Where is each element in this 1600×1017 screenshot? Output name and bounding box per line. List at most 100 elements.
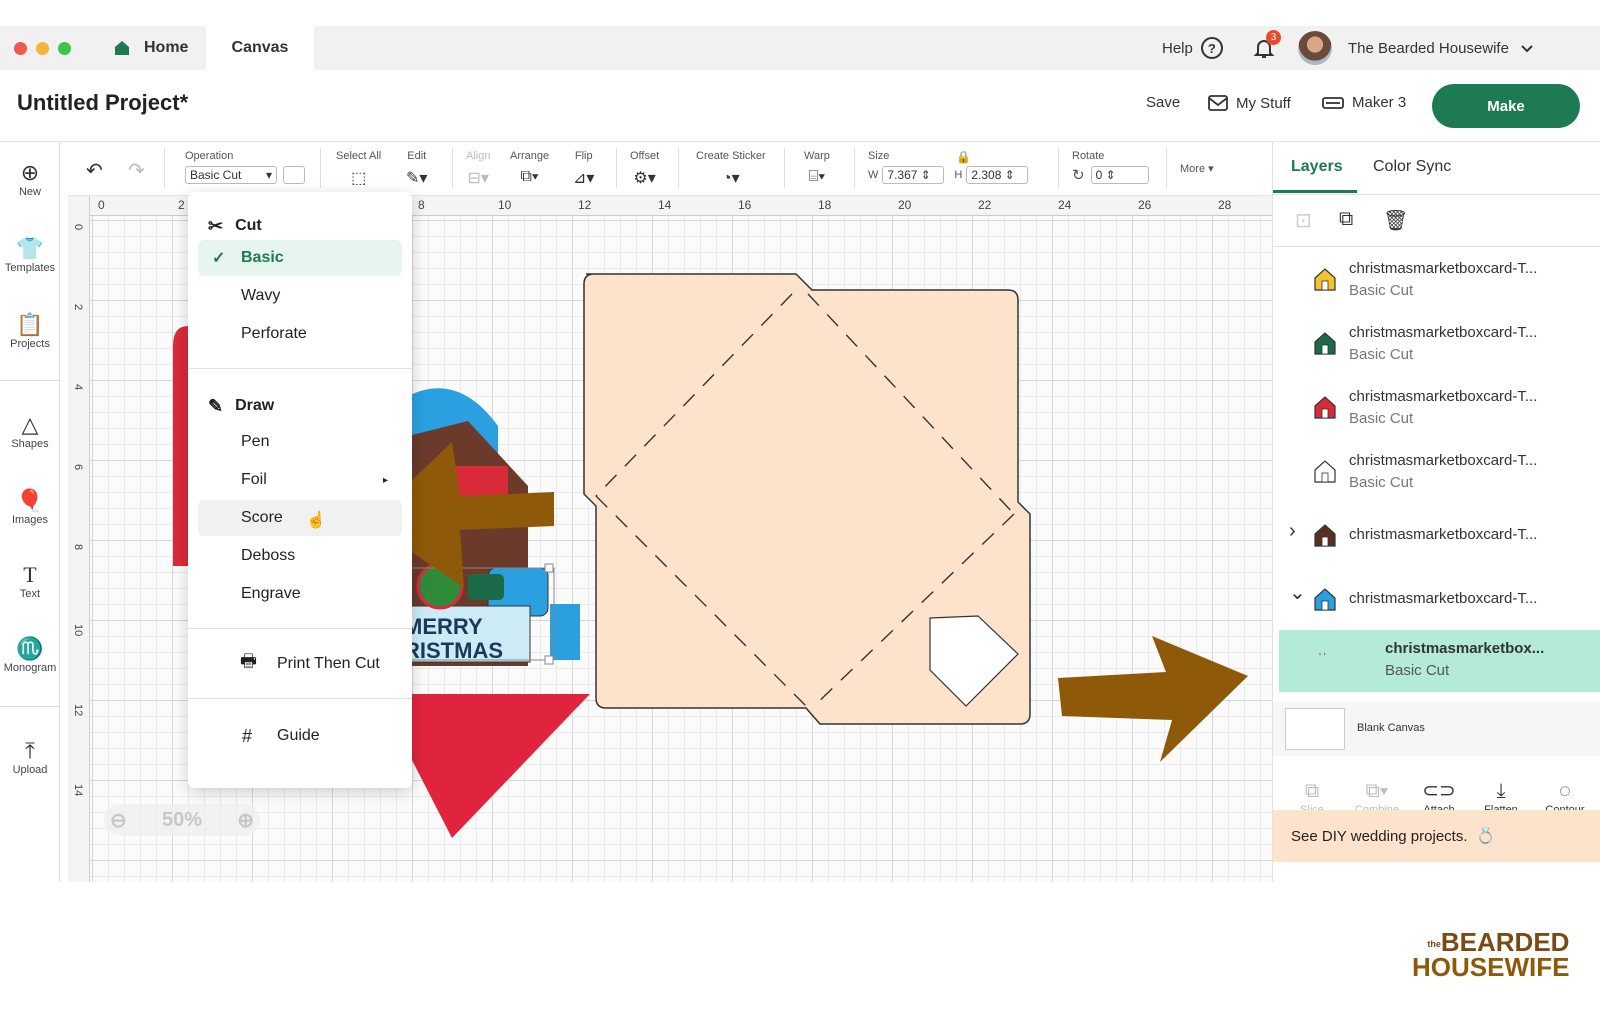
shirt-icon: 👕 [16, 236, 44, 261]
rail-new[interactable]: ⊕ New [0, 160, 60, 198]
rail-templates[interactable]: 👕 Templates [0, 236, 60, 274]
envelope-card[interactable] [583, 273, 1031, 725]
check-icon: ✓ [212, 250, 226, 267]
menu-item-guide[interactable]: # Guide [198, 718, 402, 754]
machine-button[interactable]: Maker 3 [1322, 94, 1406, 111]
layer-item[interactable]: christmasmarketboxcard-T... Basic Cut [1273, 248, 1600, 312]
create-sticker-button[interactable]: Create Sticker ◔▾ [696, 150, 766, 188]
rail-images[interactable]: 🎈 Images [0, 488, 60, 526]
layer-item[interactable]: christmasmarketboxcard-T... Basic Cut [1273, 440, 1600, 504]
layer-item-selected[interactable]: ' ' christmasmarketbox... Basic Cut [1279, 630, 1600, 692]
pencil-icon: ✎▾ [406, 170, 428, 187]
align-button[interactable]: Align ⊟▾ [466, 150, 490, 188]
house-layer-icon [1313, 458, 1337, 484]
operation-color-swatch[interactable] [283, 166, 305, 184]
rail-text[interactable]: T Text [0, 562, 60, 600]
title-bar: Home Canvas Help ? 3 The Bearded Housewi… [0, 26, 1600, 70]
warp-button[interactable]: Warp ⌸▾ [804, 150, 830, 186]
height-input[interactable]: 2.308 ⇕ [966, 166, 1029, 184]
close-window-button[interactable] [14, 42, 27, 55]
flip-button[interactable]: Flip ⊿▾ [573, 150, 594, 188]
edit-button[interactable]: Edit ✎▾ [406, 150, 427, 188]
duplicate-icon[interactable]: ⧉ [1339, 208, 1353, 231]
menu-pen-label: Pen [241, 433, 270, 450]
help-button[interactable]: Help ? [1162, 26, 1223, 70]
tab-layers-label: Layers [1291, 158, 1343, 175]
lock-proportions-button[interactable]: 🔒 [956, 150, 971, 164]
menu-item-perforate[interactable]: Perforate [198, 316, 402, 352]
minimize-window-button[interactable] [36, 42, 49, 55]
layer-item[interactable]: christmasmarketboxcard-T... Basic Cut [1273, 376, 1600, 440]
menu-item-pen[interactable]: Pen [198, 424, 402, 460]
rotate-control: Rotate ↻ 0 ⇕ [1072, 150, 1149, 184]
layer-name: christmasmarketboxcard-T... [1349, 526, 1538, 543]
menu-item-print-then-cut[interactable]: 🖶 Print Then Cut [198, 646, 402, 682]
menu-divider [188, 698, 412, 699]
toolbar-divider [854, 148, 855, 188]
red-card-edge[interactable] [173, 326, 188, 566]
edit-toolbar: ↶ ↷ Operation Basic Cut ▾ Select All ⬚ Edi… [68, 142, 1272, 196]
promo-banner[interactable]: See DIY wedding projects. 💍 [1273, 810, 1600, 862]
menu-item-foil[interactable]: Foil ▸ [198, 462, 402, 498]
align-label: Align [466, 150, 491, 162]
rail-projects[interactable]: 📋 Projects [0, 312, 60, 350]
toolbar-divider [616, 148, 617, 188]
menu-item-basic[interactable]: ✓ Basic [198, 240, 402, 276]
size-label: Size [868, 150, 890, 162]
notifications-button[interactable]: 3 [1252, 26, 1281, 70]
height-value: 2.308 [971, 168, 1002, 182]
operation-select[interactable]: Basic Cut ▾ [185, 166, 277, 184]
redo-button[interactable]: ↷ [128, 158, 145, 183]
arrange-button[interactable]: Arrange ⧉▾ [510, 150, 549, 186]
save-button[interactable]: Save [1146, 94, 1180, 111]
offset-button[interactable]: Offset ⚙▾ [630, 150, 659, 188]
avatar [1298, 31, 1332, 65]
more-button[interactable]: More ▾ [1180, 162, 1214, 175]
machine-icon [1322, 96, 1344, 109]
maximize-window-button[interactable] [58, 42, 71, 55]
tab-home[interactable]: Home [106, 26, 206, 70]
blank-canvas-layer[interactable]: Blank Canvas [1273, 702, 1600, 756]
chevron-right-icon[interactable]: › [1289, 520, 1296, 543]
menu-item-deboss[interactable]: Deboss [198, 538, 402, 574]
my-stuff-button[interactable]: My Stuff [1208, 94, 1291, 112]
user-menu[interactable]: The Bearded Housewife [1298, 26, 1535, 70]
rail-shapes[interactable]: △ Shapes [0, 412, 60, 450]
trash-icon[interactable]: 🗑 [1383, 208, 1408, 233]
rail-templates-label: Templates [4, 262, 56, 274]
menu-item-score[interactable]: Score ☝ [198, 500, 402, 536]
rail-upload[interactable]: ⤒ Upload [0, 738, 60, 776]
rotate-input[interactable]: 0 ⇕ [1090, 166, 1149, 184]
width-input[interactable]: 7.367 ⇕ [882, 166, 945, 184]
select-all-button[interactable]: Select All ⬚ [336, 150, 381, 188]
tab-color-sync[interactable]: Color Sync [1373, 158, 1451, 176]
undo-button[interactable]: ↶ [86, 158, 103, 183]
menu-wavy-label: Wavy [241, 287, 281, 304]
my-stuff-label: My Stuff [1236, 94, 1291, 112]
layer-operation: Basic Cut [1385, 662, 1450, 679]
promo-text: See DIY wedding projects. [1291, 827, 1468, 845]
layer-item[interactable]: christmasmarketboxcard-T... Basic Cut [1273, 312, 1600, 376]
rail-upload-label: Upload [12, 764, 48, 776]
toolbar-divider [784, 148, 785, 188]
create-sticker-label: Create Sticker [696, 150, 766, 162]
layer-operation: Basic Cut [1349, 410, 1414, 427]
menu-item-engrave[interactable]: Engrave [198, 576, 402, 612]
menu-item-wavy[interactable]: Wavy [198, 278, 402, 314]
zoom-out-icon[interactable]: ⊖ [110, 808, 127, 833]
menu-print-then-cut-label: Print Then Cut [277, 655, 380, 672]
group-icon[interactable]: ⊡ [1295, 208, 1312, 233]
chevron-down-icon[interactable]: ⌄ [1289, 580, 1306, 605]
rail-monogram[interactable]: ♏ Monogram [0, 636, 60, 674]
warp-icon: ⌸▾ [808, 168, 826, 185]
make-button[interactable]: Make [1432, 84, 1580, 128]
width-value: 7.367 [887, 168, 918, 182]
project-title[interactable]: Untitled Project* [17, 90, 188, 116]
layer-item[interactable]: › christmasmarketboxcard-T... [1273, 504, 1600, 568]
watermark-line2: HOUSEWIFE [1412, 951, 1570, 982]
zoom-in-icon[interactable]: ⊕ [237, 808, 254, 833]
layer-item[interactable]: ⌄ christmasmarketboxcard-T... [1273, 568, 1600, 632]
flatten-icon: ⤓ [1496, 780, 1506, 802]
tab-layers[interactable]: Layers [1291, 158, 1343, 176]
tab-canvas[interactable]: Canvas [206, 26, 314, 70]
